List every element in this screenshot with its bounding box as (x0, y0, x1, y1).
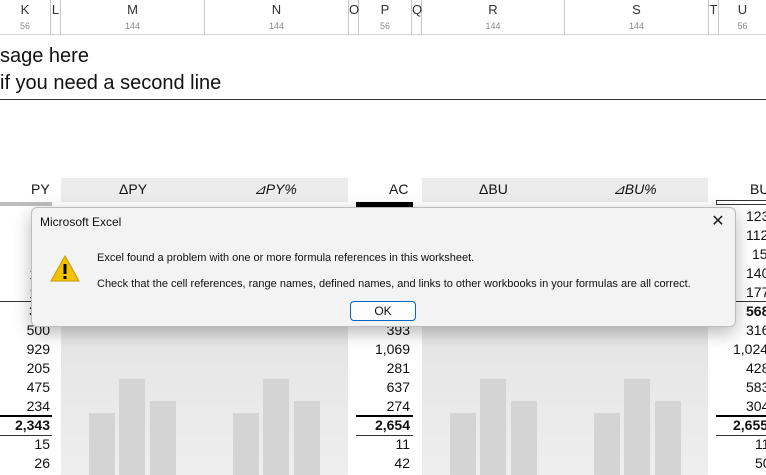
py-total-line (0, 415, 52, 417)
ac-cell[interactable]: 1,069 (356, 341, 410, 357)
bu-cell[interactable]: 316 (746, 322, 766, 338)
column-header-p[interactable]: P 56 (359, 0, 412, 34)
column-letter: R (488, 2, 498, 17)
message-underline (0, 99, 766, 100)
bu-total-line (716, 415, 766, 417)
py-cell[interactable]: 234 (0, 398, 50, 414)
column-header-t[interactable]: T (709, 0, 719, 34)
column-width: 144 (485, 21, 501, 31)
placeholder-bar (480, 379, 506, 475)
column-letter: S (632, 2, 641, 17)
column-letter: L (51, 2, 60, 17)
header-delta-py-pct: ⊿PY% (254, 181, 297, 197)
placeholder-bar (294, 401, 320, 475)
py-total-underline (0, 435, 52, 436)
placeholder-bar (624, 379, 650, 475)
column-letter: P (380, 2, 390, 17)
placeholder-bar (89, 413, 115, 475)
column-header-q[interactable]: Q (412, 0, 422, 34)
column-header-k[interactable]: K 56 (0, 0, 51, 34)
ok-button[interactable]: OK (350, 301, 416, 321)
column-header-m[interactable]: M 144 (61, 0, 205, 34)
dialog-message-1: Excel found a problem with one or more f… (97, 252, 475, 264)
error-dialog: Microsoft Excel ✕ Excel found a problem … (31, 207, 736, 327)
header-py: PY (31, 181, 50, 197)
column-width: 56 (379, 21, 390, 31)
column-header-r[interactable]: R 144 (422, 0, 565, 34)
warning-icon (50, 254, 80, 282)
column-letter: N (271, 2, 282, 17)
bu-cell[interactable]: 123 (746, 208, 766, 224)
py-header-bar (0, 202, 52, 206)
column-width: 144 (628, 21, 645, 31)
column-width: 144 (268, 21, 285, 31)
ac-cell[interactable]: 281 (356, 360, 410, 376)
py-cell[interactable]: 15 (0, 436, 50, 452)
py-cell[interactable]: 26 (0, 455, 50, 471)
bu-cell[interactable]: 15 (752, 246, 766, 262)
ac-total-line (356, 415, 413, 417)
column-letter: U (737, 2, 748, 17)
close-icon[interactable]: ✕ (704, 210, 732, 234)
column-width: 144 (124, 21, 141, 31)
placeholder-bar (263, 379, 289, 475)
ac-total-underline (356, 435, 413, 436)
delta-bu-header-bg (422, 178, 708, 202)
header-delta-py: ΔPY (119, 181, 148, 197)
column-header-s[interactable]: S 144 (565, 0, 709, 34)
delta-py-header-bg (61, 178, 348, 202)
ac-cell[interactable]: 42 (356, 455, 410, 471)
dialog-message-2: Check that the cell references, range na… (97, 278, 691, 290)
column-header-u[interactable]: U 56 (719, 0, 766, 34)
column-letter: M (127, 2, 138, 17)
column-letter: Q (412, 2, 423, 17)
message-line-2: if you need a second line (0, 72, 222, 94)
placeholder-bar (511, 401, 537, 475)
header-bu: BU (750, 181, 766, 197)
header-delta-bu-pct: ⊿BU% (613, 181, 657, 197)
column-width: 56 (737, 21, 748, 31)
ac-cell[interactable]: 274 (356, 398, 410, 414)
header-ac: AC (389, 181, 409, 197)
bu-total-underline (716, 435, 766, 436)
bu-cell[interactable]: 11 (755, 436, 766, 452)
py-cell[interactable]: 929 (0, 341, 50, 357)
message-line-1: sage here (0, 45, 89, 67)
column-header-l[interactable]: L (51, 0, 61, 34)
bu-cell[interactable]: 568 (746, 303, 766, 319)
column-letter: K (20, 2, 30, 17)
bu-cell[interactable]: 304 (746, 398, 766, 414)
column-width: 56 (19, 21, 30, 31)
column-letter: O (349, 2, 360, 17)
column-header-n[interactable]: N 144 (205, 0, 349, 34)
bu-cell[interactable]: 428 (746, 360, 766, 376)
py-total-cell[interactable]: 2,343 (0, 417, 50, 433)
bu-header-bar (716, 200, 766, 205)
column-header-bar: K 56 L M 144 N 144 O P 56 Q R 144 S 144 … (0, 0, 766, 35)
bu-cell[interactable]: 140 (746, 265, 766, 281)
dialog-title: Microsoft Excel (40, 215, 122, 229)
placeholder-bar (594, 413, 620, 475)
placeholder-bar (233, 413, 259, 475)
placeholder-bar (655, 401, 681, 475)
py-cell[interactable]: 475 (0, 379, 50, 395)
ac-cell[interactable]: 11 (356, 436, 410, 452)
ac-cell[interactable]: 637 (356, 379, 410, 395)
column-header-o[interactable]: O (349, 0, 359, 34)
bu-cell[interactable]: 177 (746, 284, 766, 300)
placeholder-bar (150, 401, 176, 475)
bu-cell[interactable]: 50 (755, 455, 766, 471)
header-delta-bu: ΔBU (479, 181, 508, 197)
bu-cell[interactable]: 1,024 (733, 341, 766, 357)
column-letter: T (709, 2, 718, 17)
bu-cell[interactable]: 583 (746, 379, 766, 395)
bu-total-cell[interactable]: 2,655 (733, 417, 766, 433)
bu-cell[interactable]: 112 (746, 227, 766, 243)
py-cell[interactable]: 205 (0, 360, 50, 376)
placeholder-bar (450, 413, 476, 475)
placeholder-bar (119, 379, 145, 475)
ac-total-cell[interactable]: 2,654 (356, 417, 410, 433)
